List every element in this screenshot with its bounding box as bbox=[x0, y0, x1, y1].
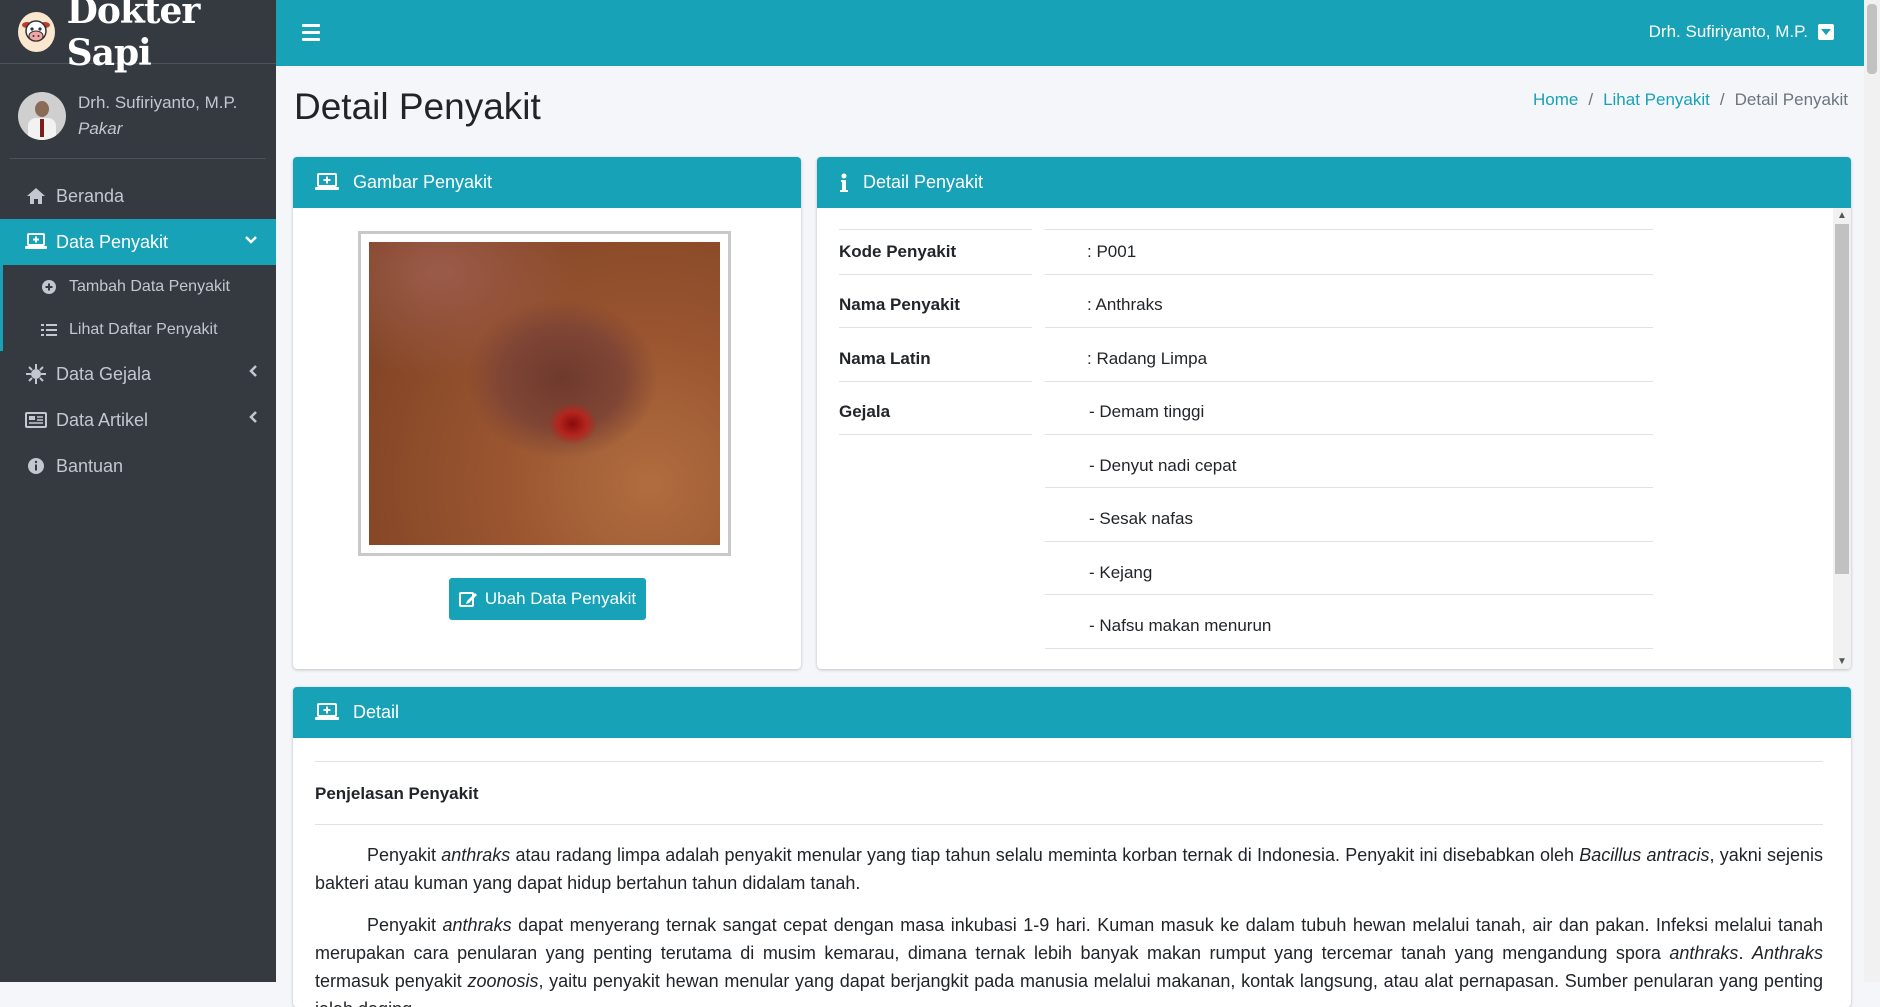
list-icon bbox=[39, 323, 59, 337]
explanation-card: Detail Penjelasan Penyakit Penyakit anth… bbox=[293, 687, 1851, 1007]
latin-label: Nama Latin bbox=[839, 349, 931, 368]
top-navbar: Drh. Sufiriyanto, M.P. bbox=[276, 0, 1864, 66]
menu-toggle-icon[interactable] bbox=[302, 24, 320, 45]
gejala-label: Gejala bbox=[839, 402, 891, 421]
sidebar-item-label: Data Artikel bbox=[56, 409, 149, 430]
disease-image bbox=[358, 231, 731, 556]
info-circle-icon bbox=[24, 456, 48, 476]
sidebar-item-label: Beranda bbox=[56, 185, 125, 206]
sidebar-nav: Beranda Data Penyakit Tambah Data Penyak… bbox=[0, 173, 276, 489]
gejala-item: - Denyut nadi cepat bbox=[1089, 456, 1237, 475]
detail-scrollbar[interactable]: ▲ ▼ bbox=[1833, 208, 1851, 669]
paragraph-1: Penyakit anthraks atau radang limpa adal… bbox=[315, 845, 1823, 893]
chevron-down-icon bbox=[244, 232, 258, 250]
home-icon bbox=[24, 186, 48, 206]
sidebar-item-label: Tambah Data Penyakit bbox=[69, 277, 230, 295]
user-dropdown[interactable]: Drh. Sufiriyanto, M.P. bbox=[1649, 22, 1834, 42]
plus-circle-icon bbox=[39, 279, 59, 295]
sidebar-item-label: Data Gejala bbox=[56, 363, 152, 384]
detail-card-title: Detail Penyakit bbox=[863, 172, 984, 192]
laptop-medical-icon bbox=[315, 172, 339, 193]
sidebar-item-label: Lihat Daftar Penyakit bbox=[69, 320, 218, 338]
breadcrumb-current: Detail Penyakit bbox=[1734, 90, 1848, 109]
detail-card-header: Detail Penyakit bbox=[817, 157, 1851, 208]
sidebar-item-tambah-penyakit[interactable]: Tambah Data Penyakit bbox=[0, 265, 276, 308]
user-role: Pakar bbox=[78, 119, 123, 138]
image-card-header: Gambar Penyakit bbox=[293, 157, 801, 208]
breadcrumb-lihat-penyakit[interactable]: Lihat Penyakit bbox=[1603, 90, 1710, 110]
breadcrumb-home[interactable]: Home bbox=[1533, 90, 1578, 110]
sidebar-item-beranda[interactable]: Beranda bbox=[0, 173, 276, 219]
image-card-title: Gambar Penyakit bbox=[353, 172, 493, 192]
kode-label: Kode Penyakit bbox=[839, 242, 957, 261]
detail-card: Detail Penyakit Kode Penyakit : P001 Nam… bbox=[817, 157, 1851, 669]
brand-name: Dokter Sapi bbox=[66, 0, 201, 74]
chevron-left-icon bbox=[248, 364, 258, 383]
laptop-medical-icon bbox=[315, 702, 339, 723]
nama-value: : Anthraks bbox=[1087, 295, 1163, 314]
cow-logo-icon bbox=[18, 11, 55, 52]
caret-down-icon bbox=[1818, 24, 1834, 40]
virus-icon bbox=[24, 364, 48, 384]
edit-disease-label: Ubah Data Penyakit bbox=[484, 589, 637, 608]
sidebar-item-data-penyakit[interactable]: Data Penyakit bbox=[0, 219, 276, 265]
laptop-medical-icon bbox=[24, 232, 48, 252]
gejala-item: - Demam tinggi bbox=[1089, 402, 1205, 421]
sidebar: Dokter Sapi Drh. Sufiriyanto, M.P. Pakar… bbox=[0, 0, 276, 982]
top-user-name: Drh. Sufiriyanto, M.P. bbox=[1648, 22, 1808, 41]
sidebar-item-data-gejala[interactable]: Data Gejala bbox=[0, 351, 276, 397]
latin-value: : Radang Limpa bbox=[1087, 349, 1208, 368]
gejala-item: - Sesak nafas bbox=[1089, 509, 1193, 528]
breadcrumb: Home / Lihat Penyakit / Detail Penyakit bbox=[1532, 90, 1848, 110]
avatar[interactable] bbox=[18, 92, 66, 140]
sidebar-item-label: Data Penyakit bbox=[56, 231, 169, 252]
image-card: Gambar Penyakit Ubah Data Penyakit bbox=[293, 157, 801, 669]
sidebar-item-label: Bantuan bbox=[56, 455, 124, 476]
gejala-item: - Nafsu makan menurun bbox=[1089, 616, 1272, 635]
user-name[interactable]: Drh. Sufiriyanto, M.P. bbox=[78, 93, 237, 113]
newspaper-icon bbox=[24, 410, 48, 430]
chevron-left-icon bbox=[248, 410, 258, 429]
edit-disease-button[interactable]: Ubah Data Penyakit bbox=[449, 578, 646, 620]
paragraph-2: Penyakit anthraks dapat menyerang ternak… bbox=[315, 915, 1823, 1007]
explanation-card-header: Detail bbox=[293, 687, 1851, 738]
sidebar-item-bantuan[interactable]: Bantuan bbox=[0, 443, 276, 489]
sidebar-item-lihat-penyakit[interactable]: Lihat Daftar Penyakit bbox=[0, 308, 276, 351]
page-title: Detail Penyakit bbox=[294, 86, 541, 127]
kode-value: : P001 bbox=[1087, 242, 1137, 261]
info-icon bbox=[839, 173, 849, 193]
explanation-card-title: Detail bbox=[353, 702, 400, 722]
nama-label: Nama Penyakit bbox=[839, 295, 960, 314]
detail-table: Kode Penyakit : P001 Nama Penyakit : Ant… bbox=[817, 208, 1833, 669]
page-scrollbar[interactable] bbox=[1864, 0, 1880, 982]
brand-link[interactable]: Dokter Sapi bbox=[0, 0, 276, 74]
edit-icon bbox=[458, 590, 479, 608]
gejala-item: - Kejang bbox=[1089, 563, 1153, 582]
user-panel: Drh. Sufiriyanto, M.P. Pakar bbox=[10, 78, 266, 159]
sidebar-item-data-artikel[interactable]: Data Artikel bbox=[0, 397, 276, 443]
section-title: Penjelasan Penyakit bbox=[315, 761, 1823, 825]
